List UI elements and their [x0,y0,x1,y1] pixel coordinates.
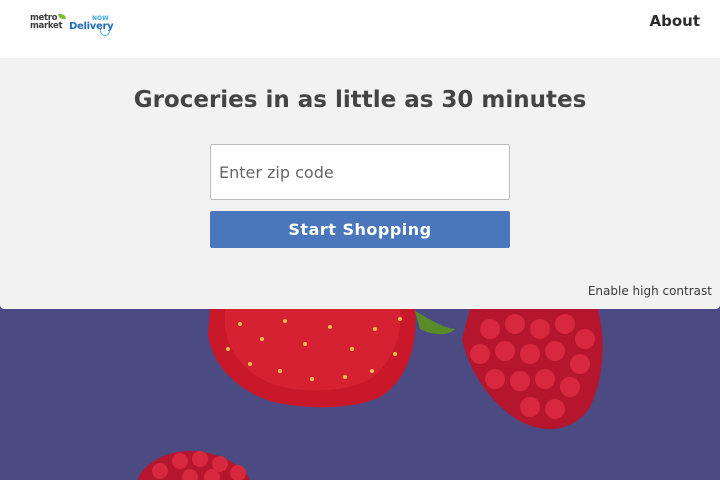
hero-panel: Groceries in as little as 30 minutes Sta… [0,58,720,309]
raspberry-image-small [138,451,250,480]
strawberry-image [208,309,455,408]
berries-illustration [138,309,603,480]
raspberry-image [462,309,603,430]
top-header: metro market NOW Delivery About [0,0,720,58]
start-shopping-button[interactable]: Start Shopping [210,211,510,248]
about-link[interactable]: About [649,12,700,30]
metro-market-delivery-now-logo[interactable]: metro market NOW Delivery [30,14,114,38]
logo-market-text: market [30,21,63,31]
hero-title: Groceries in as little as 30 minutes [133,87,587,113]
logo-smile-icon [100,29,110,36]
enable-high-contrast-link[interactable]: Enable high contrast [588,284,712,298]
zip-code-input[interactable] [210,144,510,200]
berries-background-image [0,309,720,480]
logo-leaf-icon [58,14,66,19]
